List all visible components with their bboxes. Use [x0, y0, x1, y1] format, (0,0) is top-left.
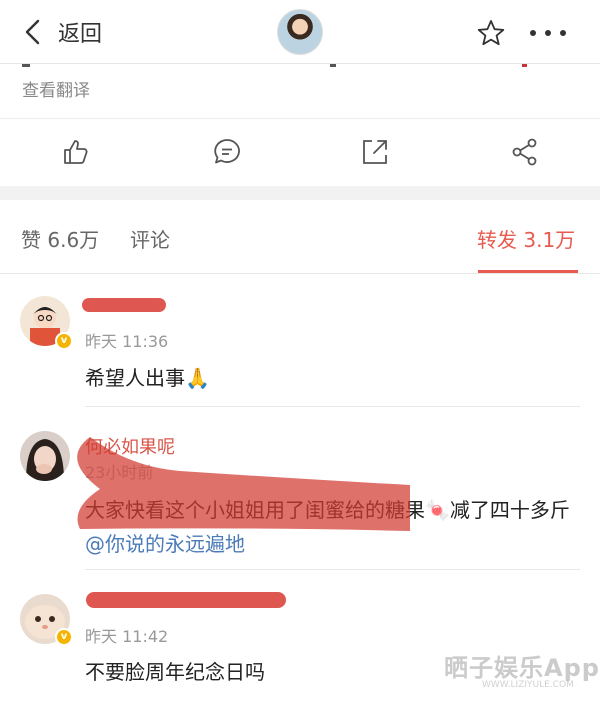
redaction-mark	[82, 298, 166, 312]
watermark-url: WWW.LIZIYULE.COM	[482, 680, 574, 690]
like-icon[interactable]	[61, 137, 91, 167]
share-icon[interactable]	[510, 137, 540, 167]
truncated-post-text	[22, 64, 527, 67]
comment-time: 昨天 11:42	[85, 627, 169, 646]
tab-likes[interactable]: 赞 6.6万	[21, 224, 99, 253]
redaction-scribble	[77, 437, 410, 531]
comment-item: 何必如果呢 23小时前 大家快看这个小姐姐用了闺蜜给的糖果🍬减了四十多斤 @你说…	[0, 407, 600, 570]
comment-item: v 昨天 11:36 希望人出事🙏	[0, 274, 600, 407]
verified-badge-icon: v	[55, 332, 73, 350]
post-action-bar	[0, 118, 600, 186]
active-tab-indicator	[478, 270, 578, 273]
section-divider	[0, 186, 600, 200]
tab-comments[interactable]: 评论	[130, 224, 170, 253]
interaction-tabs: 赞 6.6万 评论 转发 3.1万	[0, 200, 600, 274]
repost-icon[interactable]	[360, 137, 390, 167]
comment-time: 昨天 11:36	[85, 332, 169, 351]
watermark: 晒子娱乐App	[444, 654, 600, 682]
comment-text: 希望人出事🙏	[85, 366, 210, 390]
comment-icon[interactable]	[212, 137, 242, 167]
verified-badge-icon: v	[55, 628, 73, 646]
chevron-left-icon	[25, 19, 40, 45]
author-avatar[interactable]	[277, 9, 323, 55]
redaction-mark	[86, 592, 286, 608]
translate-link[interactable]: 查看翻译	[22, 76, 90, 101]
star-icon[interactable]	[476, 18, 506, 48]
back-label: 返回	[58, 22, 103, 47]
more-options-icon[interactable]	[530, 18, 566, 48]
top-bar: 返回	[0, 0, 600, 64]
back-button[interactable]: 返回	[22, 14, 102, 50]
tab-reposts[interactable]: 转发 3.1万	[477, 224, 575, 253]
